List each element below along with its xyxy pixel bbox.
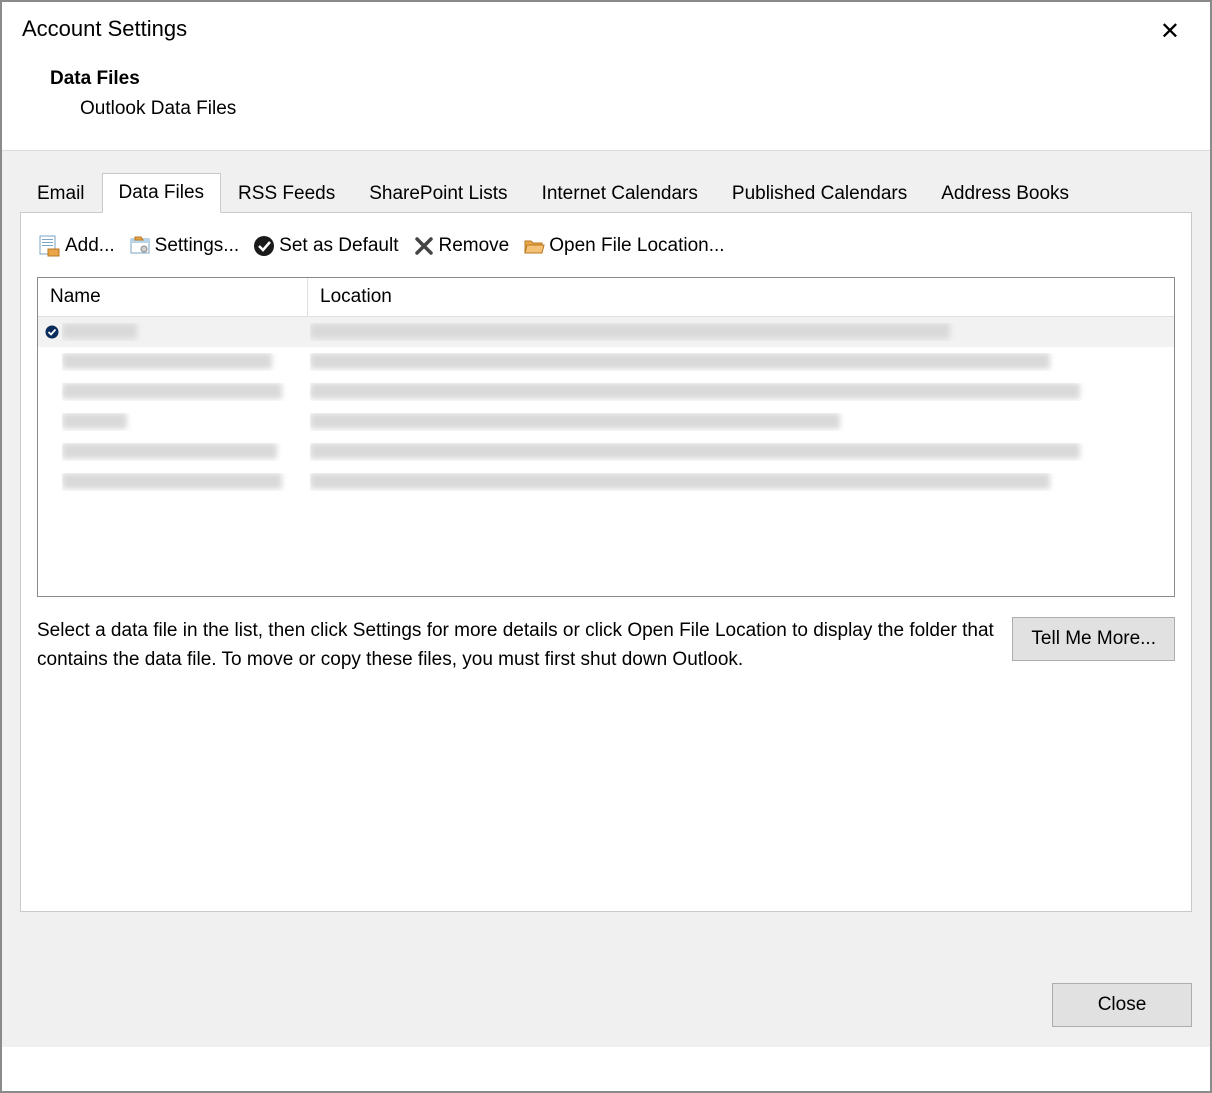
default-indicator: [42, 325, 62, 339]
add-button[interactable]: Add...: [37, 233, 117, 259]
cell-name: [62, 473, 310, 491]
tab-rss-feeds[interactable]: RSS Feeds: [221, 174, 352, 213]
table-row[interactable]: [38, 377, 1174, 407]
set-default-button[interactable]: Set as Default: [251, 233, 400, 259]
open-file-location-label: Open File Location...: [549, 235, 724, 257]
grid-header: Name Location: [38, 278, 1174, 317]
cell-name: [62, 443, 310, 461]
tab-sharepoint-lists[interactable]: SharePoint Lists: [352, 174, 524, 213]
set-default-label: Set as Default: [279, 235, 398, 257]
cell-name: [62, 413, 310, 431]
remove-label: Remove: [439, 235, 510, 257]
close-icon[interactable]: ✕: [1150, 16, 1190, 48]
open-file-location-button[interactable]: Open File Location...: [521, 233, 726, 259]
tab-panel: Add... Settings...: [20, 212, 1192, 912]
column-header-name[interactable]: Name: [38, 278, 308, 316]
close-button[interactable]: Close: [1052, 983, 1192, 1027]
cell-location: [310, 353, 1170, 371]
check-circle-icon: [253, 235, 275, 257]
settings-icon: [129, 235, 151, 257]
cell-location: [310, 443, 1170, 461]
tell-me-more-button[interactable]: Tell Me More...: [1012, 617, 1175, 661]
tab-data-files[interactable]: Data Files: [102, 173, 222, 213]
add-label: Add...: [65, 235, 115, 257]
table-row[interactable]: [38, 347, 1174, 377]
tab-strip: Email Data Files RSS Feeds SharePoint Li…: [20, 173, 1192, 213]
tab-published-calendars[interactable]: Published Calendars: [715, 174, 924, 213]
data-files-grid: Name Location: [37, 277, 1175, 597]
section-subtitle: Outlook Data Files: [50, 98, 1190, 120]
tab-address-books[interactable]: Address Books: [924, 174, 1086, 213]
tab-internet-calendars[interactable]: Internet Calendars: [525, 174, 715, 213]
info-text: Select a data file in the list, then cli…: [37, 617, 994, 674]
dialog-title: Account Settings: [22, 16, 187, 42]
tab-email[interactable]: Email: [20, 174, 102, 213]
table-row[interactable]: [38, 317, 1174, 347]
cell-location: [310, 413, 1170, 431]
remove-icon: [413, 235, 435, 257]
cell-name: [62, 383, 310, 401]
cell-name: [62, 323, 310, 341]
cell-location: [310, 383, 1170, 401]
settings-button[interactable]: Settings...: [127, 233, 242, 259]
section-title: Data Files: [50, 68, 1190, 90]
grid-body: [38, 317, 1174, 497]
toolbar: Add... Settings...: [37, 233, 1175, 259]
cell-location: [310, 473, 1170, 491]
table-row[interactable]: [38, 467, 1174, 497]
cell-location: [310, 323, 1170, 341]
cell-name: [62, 353, 310, 371]
table-row[interactable]: [38, 437, 1174, 467]
remove-button[interactable]: Remove: [411, 233, 512, 259]
settings-label: Settings...: [155, 235, 240, 257]
add-file-icon: [39, 235, 61, 257]
folder-open-icon: [523, 235, 545, 257]
column-header-location[interactable]: Location: [308, 278, 1174, 316]
table-row[interactable]: [38, 407, 1174, 437]
